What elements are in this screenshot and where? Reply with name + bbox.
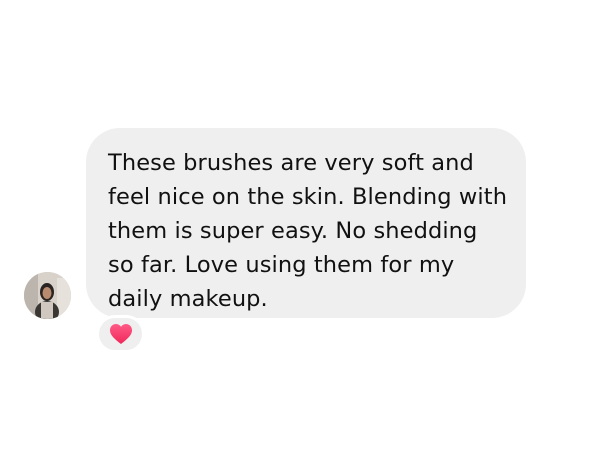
message-text: These brushes are very soft and feel nic… bbox=[108, 150, 508, 312]
message-bubble[interactable]: These brushes are very soft and feel nic… bbox=[86, 128, 526, 318]
heart-icon bbox=[109, 324, 132, 344]
chat-screen: These brushes are very soft and feel nic… bbox=[0, 0, 600, 476]
sender-avatar[interactable] bbox=[24, 272, 71, 319]
reaction-badge[interactable] bbox=[96, 315, 145, 353]
profile-photo-icon bbox=[24, 272, 71, 319]
